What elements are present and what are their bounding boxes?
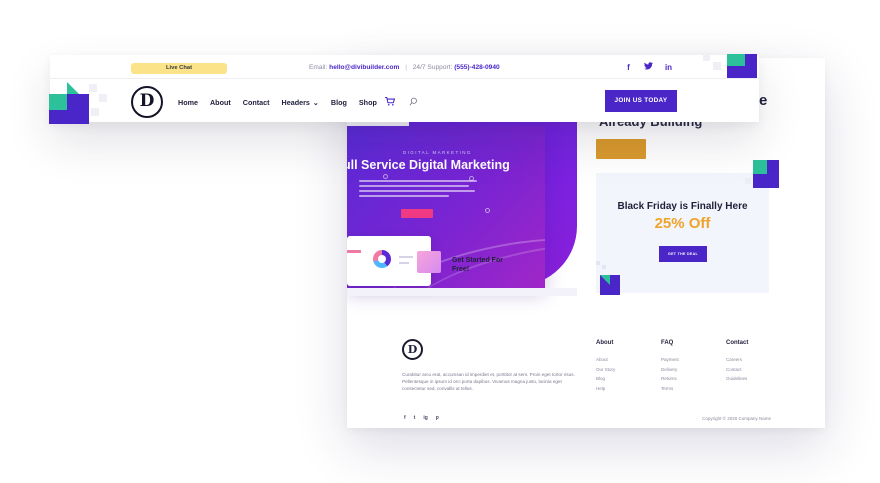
nav-item-headers[interactable]: Headers ⌄ [282,98,319,107]
join-us-button[interactable]: JOIN US TODAY [605,90,677,112]
promo-corner-geo [745,160,779,188]
footer-link[interactable]: Guidelines [726,376,776,381]
nav-item-shop[interactable]: Shop [359,98,377,107]
instagram-icon[interactable]: ig [423,415,427,421]
main-navigation: Home About Contact Headers ⌄ Blog Shop [178,96,418,108]
support-phone-link[interactable]: (555)-428-0940 [454,64,499,71]
promo-card: Black Friday is Finally Here 25% Off GET… [596,173,769,295]
hero-lower-band [347,288,577,296]
footer-social-links: f t ig p [404,415,439,421]
footer-column-title: FAQ [661,340,674,346]
facebook-icon[interactable]: f [404,415,406,421]
email-link[interactable]: hello@divibuilder.com [329,64,399,71]
footer-column-faq: FAQ Payment Delivery Returns Terms [661,340,711,395]
mini-card-line [399,256,413,258]
nav-item-about[interactable]: About [210,98,231,107]
mini-card-line [399,262,409,264]
promo-title: Black Friday is Finally Here [617,201,748,212]
live-chat-button[interactable]: Live Chat [131,63,227,74]
hero-title: ull Service Digital Marketing [347,158,510,172]
site-logo[interactable]: D [131,86,163,118]
footer-description: Curabitur arcu erat, accumsan id imperdi… [402,372,575,391]
footer-copyright: Copyright © 2020 Company Name [702,416,771,421]
footer-link[interactable]: Blog [596,376,646,381]
right-geo-shape [703,54,757,78]
promo-offer: 25% Off [654,215,711,232]
nav-item-home[interactable]: Home [178,98,198,107]
footer-link[interactable]: Our Story [596,367,646,372]
linkedin-icon[interactable]: in [664,63,673,72]
header-social-links: f in [624,62,673,72]
footer-link[interactable]: Payment [661,357,711,362]
nav-item-blog[interactable]: Blog [331,98,347,107]
footer-column-title: Contact [726,340,749,346]
footer-link[interactable]: Delivery [661,367,711,372]
footer-link[interactable]: About [596,357,646,362]
hero-dot [383,174,388,179]
get-deal-button[interactable]: GET THE DEAL [659,246,707,262]
header-contact-info: Email: hello@divibuilder.com | 24/7 Supp… [309,64,500,71]
nav-item-contact[interactable]: Contact [243,98,270,107]
facebook-icon[interactable]: f [624,63,633,72]
footer-link[interactable]: Terms [661,386,711,391]
footer-link[interactable]: Careers [726,357,776,362]
pink-tile-graphic [417,251,441,273]
contact-separator: | [405,64,407,71]
footer-link[interactable]: Contact [726,367,776,372]
hero-eyebrow: DIGITAL MARKETING [403,150,472,155]
hero-dot [485,208,490,213]
footer-link[interactable]: Help [596,386,646,391]
footer-link[interactable]: Returns [661,376,711,381]
cart-icon[interactable] [384,96,396,108]
promo-geo-shape [596,261,620,295]
footer-logo[interactable]: D [402,339,423,360]
header-topbar: Live Chat Email: hello@divibuilder.com |… [50,55,759,79]
footer-column-contact: Contact Careers Contact Guidelines [726,340,776,386]
hero-cta-button[interactable] [401,209,433,218]
left-geo-shape [49,82,107,124]
search-icon[interactable] [409,97,418,108]
twitter-icon[interactable]: t [414,415,416,421]
chevron-down-icon: ⌄ [312,98,319,107]
hero-body-text [359,180,477,200]
support-label: 24/7 Support: [412,64,453,71]
hero-dot [469,176,474,181]
pinterest-icon[interactable]: p [436,415,439,421]
hero-right-title: e [759,92,768,109]
footer-column-title: About [596,340,614,346]
hero-gold-button[interactable] [596,139,646,159]
nav-item-headers-label: Headers [281,98,310,107]
get-started-text: Get Started For Free! [452,257,503,273]
twitter-icon[interactable] [644,62,653,72]
donut-chart-icon [373,250,391,268]
site-header: Live Chat Email: hello@divibuilder.com |… [50,55,759,122]
footer-column-about: About About Our Story Blog Help [596,340,646,395]
mini-card-bar [347,250,361,253]
email-label: Email: [309,64,328,71]
